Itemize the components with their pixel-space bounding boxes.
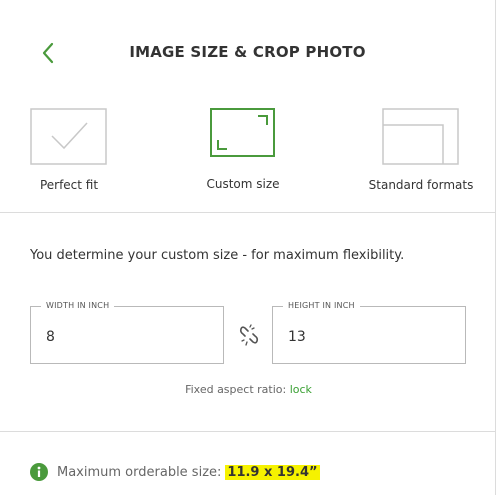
aspect-link-toggle[interactable] [239,324,259,346]
divider [0,212,496,213]
option-custom-size[interactable]: Custom size [190,108,296,191]
max-size-row: Maximum orderable size: 11.9 x 19.4” [30,463,320,481]
aspect-ratio-row: Fixed aspect ratio: lock [0,383,497,396]
height-value: 13 [288,329,306,345]
crop-corners-icon [210,108,275,157]
divider [0,431,496,432]
width-field[interactable]: WIDTH IN INCH 8 [30,301,224,364]
option-label: Custom size [206,177,280,191]
dialog-panel: IMAGE SIZE & CROP PHOTO Perfect fit Cust… [0,0,496,495]
checkmark-frame-icon [30,108,107,165]
height-label: HEIGHT IN INCH [283,301,360,310]
option-standard-formats[interactable]: Standard formats [366,108,476,192]
info-icon [30,463,48,481]
broken-link-icon [239,324,259,346]
option-label: Perfect fit [39,178,99,192]
max-size-label: Maximum orderable size: [57,464,222,480]
page-title: IMAGE SIZE & CROP PHOTO [129,43,366,61]
intro-text: You determine your custom size - for max… [30,248,405,263]
aspect-ratio-label: Fixed aspect ratio: [185,383,287,396]
lock-link[interactable]: lock [290,383,312,396]
width-value: 8 [46,329,55,345]
max-size-value: 11.9 x 19.4” [225,464,320,480]
width-label: WIDTH IN INCH [41,301,115,310]
option-label: Standard formats [368,178,474,192]
nested-frames-icon [382,108,459,165]
option-perfect-fit[interactable]: Perfect fit [17,108,121,192]
height-field[interactable]: HEIGHT IN INCH 13 [272,301,466,364]
